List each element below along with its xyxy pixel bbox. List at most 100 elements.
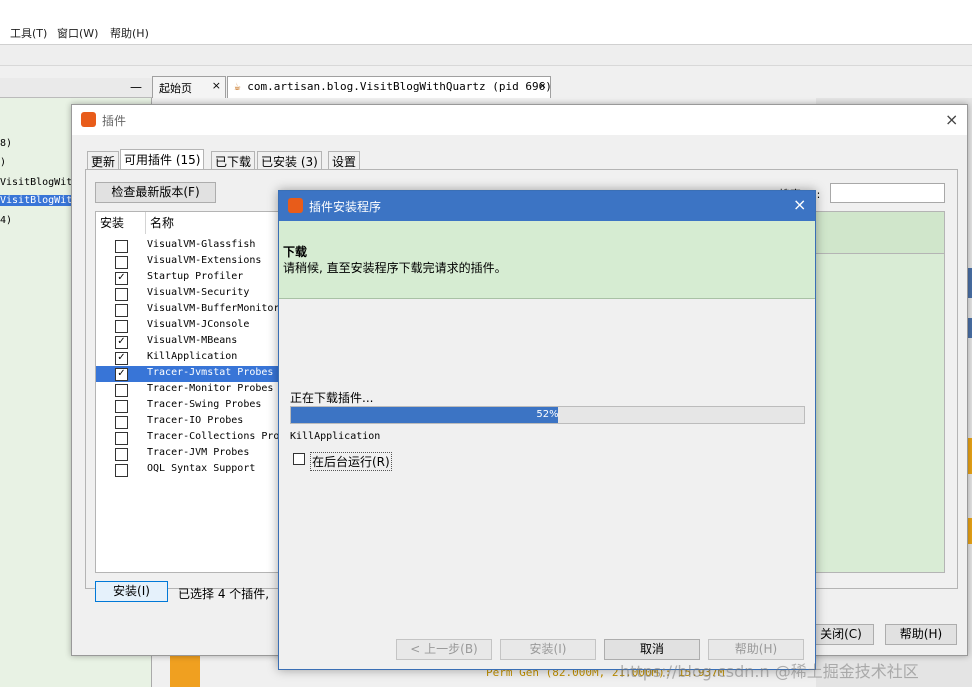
close-icon[interactable]: × xyxy=(945,110,958,129)
install-checkbox[interactable]: ✓ xyxy=(115,352,128,365)
plugin-name: KillApplication xyxy=(147,351,238,362)
plugin-name: VisualVM-Security xyxy=(147,287,250,298)
table-row[interactable]: OQL Syntax Support xyxy=(96,462,278,478)
menu-bar: 工具(T) 窗口(W) 帮助(H) xyxy=(0,22,972,42)
table-row[interactable]: VisualVM-Security xyxy=(96,286,278,302)
tab-installed[interactable]: 已安装 (3) xyxy=(257,151,322,169)
plugin-name: Startup Profiler xyxy=(147,271,244,282)
plugin-name: Tracer-Collections Pro xyxy=(147,431,280,442)
minimize-icon[interactable]: — xyxy=(130,80,142,94)
table-row[interactable]: VisualVM-Extensions xyxy=(96,254,278,270)
table-row[interactable]: VisualVM-BufferMonitor xyxy=(96,302,279,318)
plugin-name: VisualVM-MBeans xyxy=(147,335,238,346)
run-in-background-label[interactable]: 在后台运行(R) xyxy=(310,452,392,471)
plugin-name: Tracer-Monitor Probes xyxy=(147,383,274,394)
help-button[interactable]: 帮助(H) xyxy=(708,639,804,660)
tab-downloaded[interactable]: 已下载 xyxy=(211,151,256,169)
table-row[interactable]: Tracer-Collections Pro xyxy=(96,430,280,446)
installer-title-bar: 插件安装程序 × xyxy=(279,191,815,221)
install-checkbox[interactable] xyxy=(115,464,128,477)
table-row[interactable]: ✓ Startup Profiler xyxy=(96,270,278,286)
install-checkbox[interactable] xyxy=(115,416,128,429)
download-status: 正在下载插件... xyxy=(290,391,374,405)
menu-help[interactable]: 帮助(H) xyxy=(110,25,149,41)
close-icon[interactable]: × xyxy=(212,79,221,92)
plugins-table: 安装 名称 VisualVM-Glassfish VisualVM-Extensi… xyxy=(95,211,279,573)
download-progress-bar: 52% xyxy=(290,406,805,424)
install-checkbox[interactable] xyxy=(115,304,128,317)
close-button[interactable]: 关闭(C) xyxy=(808,624,874,645)
tab-label: 起始页 xyxy=(159,82,192,95)
progress-percent: 52% xyxy=(536,409,559,420)
tab-updates[interactable]: 更新 xyxy=(87,151,120,169)
plugin-installer-dialog: 插件安装程序 × 下载 请稍候, 直至安装程序下载完请求的插件。 正在下载插件.… xyxy=(278,190,816,670)
installer-header: 下载 请稍候, 直至安装程序下载完请求的插件。 xyxy=(279,221,815,299)
watermark: https://blog.csdn.n @稀土掘金技术社区 xyxy=(620,662,919,681)
editor-tabs: 起始页 × ☕ com.artisan.blog.VisitBlogWithQu… xyxy=(152,76,972,98)
install-checkbox[interactable] xyxy=(115,240,128,253)
header-description: 请稍候, 直至安装程序下载完请求的插件。 xyxy=(283,261,507,275)
plugin-details-pane xyxy=(815,211,945,573)
tab-application[interactable]: ☕ com.artisan.blog.VisitBlogWithQuartz (… xyxy=(227,76,552,98)
chart-fragment xyxy=(170,656,200,687)
tab-available-plugins[interactable]: 可用插件 (15) xyxy=(120,149,205,169)
column-install[interactable]: 安装 xyxy=(96,212,146,234)
column-name[interactable]: 名称 xyxy=(146,212,278,234)
table-row[interactable]: Tracer-JVM Probes xyxy=(96,446,278,462)
tree-node[interactable]: 4) xyxy=(0,215,12,226)
run-in-background-checkbox[interactable] xyxy=(293,453,305,465)
install-checkbox[interactable] xyxy=(115,384,128,397)
search-input[interactable] xyxy=(830,183,945,203)
table-row[interactable]: ✓ VisualVM-MBeans xyxy=(96,334,278,350)
table-row[interactable]: VisualVM-Glassfish xyxy=(96,238,278,254)
plugin-name: VisualVM-Glassfish xyxy=(147,239,256,250)
plugin-name: VisualVM-Extensions xyxy=(147,255,262,266)
close-icon[interactable]: × xyxy=(793,195,806,214)
toolbar xyxy=(0,44,972,66)
plugin-app-icon xyxy=(288,198,303,213)
plugin-name: VisualVM-JConsole xyxy=(147,319,250,330)
plugin-name: Tracer-Swing Probes xyxy=(147,399,262,410)
help-button[interactable]: 帮助(H) xyxy=(885,624,957,645)
install-checkbox[interactable]: ✓ xyxy=(115,336,128,349)
install-checkbox[interactable] xyxy=(115,256,128,269)
cancel-button[interactable]: 取消 xyxy=(604,639,700,660)
installer-title: 插件安装程序 xyxy=(309,200,382,214)
table-row[interactable]: Tracer-Swing Probes xyxy=(96,398,278,414)
header-title: 下载 xyxy=(283,245,308,259)
menu-window[interactable]: 窗口(W) xyxy=(57,25,98,41)
back-button[interactable]: < 上一步(B) xyxy=(396,639,492,660)
plugins-title: 插件 xyxy=(102,114,127,128)
table-row[interactable]: Tracer-IO Probes xyxy=(96,414,278,430)
install-button[interactable]: 安装(I) xyxy=(95,581,168,602)
table-row[interactable]: ✓ KillApplication xyxy=(96,350,278,366)
tab-label: com.artisan.blog.VisitBlogWithQuartz (pi… xyxy=(247,80,552,93)
table-row[interactable]: VisualVM-JConsole xyxy=(96,318,278,334)
table-row[interactable]: ✓ Tracer-Jvmstat Probes xyxy=(96,366,278,382)
menu-tools[interactable]: 工具(T) xyxy=(10,25,47,41)
install-checkbox[interactable] xyxy=(115,288,128,301)
install-button[interactable]: 安装(I) xyxy=(500,639,596,660)
tab-start-page[interactable]: 起始页 × xyxy=(152,76,226,98)
tree-node[interactable]: ) xyxy=(0,157,6,168)
tab-settings[interactable]: 设置 xyxy=(328,151,361,169)
plugin-name: Tracer-Jvmstat Probes xyxy=(147,367,274,378)
install-checkbox[interactable] xyxy=(115,320,128,333)
install-checkbox[interactable] xyxy=(115,400,128,413)
tree-node[interactable]: VisitBlogWit xyxy=(0,177,72,188)
tree-node-selected[interactable]: VisitBlogWit xyxy=(0,195,72,206)
plugin-name: Tracer-JVM Probes xyxy=(147,447,250,458)
java-icon: ☕ xyxy=(234,80,241,93)
tree-node[interactable]: 8) xyxy=(0,138,12,149)
close-icon[interactable]: × xyxy=(539,79,546,92)
plugin-app-icon xyxy=(81,112,96,127)
table-row[interactable]: Tracer-Monitor Probes xyxy=(96,382,278,398)
plugin-name: OQL Syntax Support xyxy=(147,463,256,474)
install-checkbox[interactable]: ✓ xyxy=(115,368,128,381)
install-checkbox[interactable] xyxy=(115,432,128,445)
install-checkbox[interactable] xyxy=(115,448,128,461)
install-checkbox[interactable]: ✓ xyxy=(115,272,128,285)
plugin-name: Tracer-IO Probes xyxy=(147,415,244,426)
plugins-title-bar: 插件 × xyxy=(72,105,967,135)
check-updates-button[interactable]: 检查最新版本(F) xyxy=(95,182,216,203)
